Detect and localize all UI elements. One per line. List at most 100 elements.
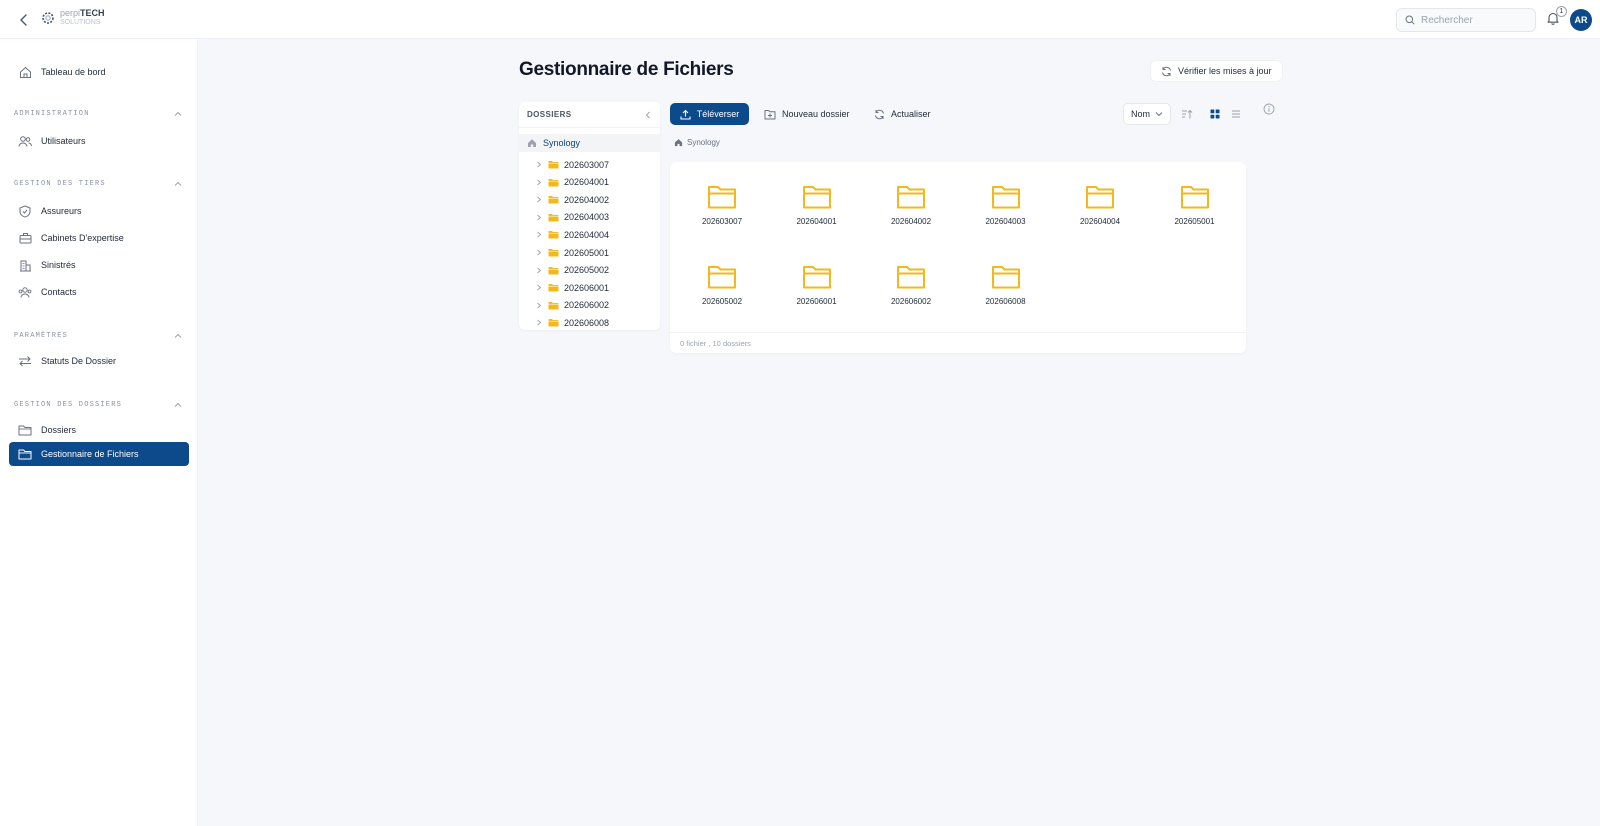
folder-icon: [548, 266, 559, 275]
folder-tile[interactable]: 202604001: [772, 174, 862, 244]
refresh-button[interactable]: Actualiser: [869, 103, 936, 125]
folder-tile[interactable]: 202603007: [677, 174, 767, 244]
sidebar-item-label: Utilisateurs: [41, 136, 86, 146]
swap-arrows-icon: [18, 354, 32, 368]
chevron-right-icon[interactable]: [535, 231, 543, 238]
sort-select[interactable]: Nom: [1123, 103, 1171, 125]
folder-icon: [802, 266, 831, 289]
new-folder-label: Nouveau dossier: [782, 109, 850, 119]
breadcrumb: Synology: [674, 138, 720, 147]
sidebar-item-dossiers[interactable]: Dossiers: [9, 418, 189, 442]
tree-folder-item[interactable]: 202605001: [519, 244, 660, 261]
folder-tile[interactable]: 202606008: [961, 254, 1051, 324]
logo-text: perpiTECH SOLUTIONS: [60, 8, 105, 27]
info-icon[interactable]: [1261, 101, 1277, 117]
grid-view-icon[interactable]: [1207, 106, 1223, 122]
folder-tile[interactable]: 202606002: [866, 254, 956, 324]
list-view-icon[interactable]: [1228, 106, 1244, 122]
chevron-right-icon[interactable]: [535, 267, 543, 274]
sidebar-item-dashboard[interactable]: Tableau de bord: [9, 60, 189, 84]
chevron-up-icon: [174, 402, 182, 407]
sidebar-item-assureurs[interactable]: Assureurs: [9, 199, 189, 223]
chevron-right-icon[interactable]: [535, 284, 543, 291]
sidebar-item-cabinets[interactable]: Cabinets D'expertise: [9, 226, 189, 250]
sidebar-item-label: Sinistrés: [41, 260, 76, 270]
breadcrumb-item[interactable]: Synology: [687, 138, 720, 147]
section-gestion-des-tiers[interactable]: GESTION DES TIERS: [14, 178, 182, 190]
folder-tile[interactable]: 202605002: [677, 254, 767, 324]
check-updates-label: Vérifier les mises à jour: [1178, 66, 1272, 76]
chevron-right-icon[interactable]: [535, 179, 543, 186]
brand-logo[interactable]: perpiTECH SOLUTIONS: [40, 9, 105, 27]
refresh-icon: [1162, 66, 1171, 76]
upload-icon: [680, 109, 691, 120]
folder-icon: [897, 266, 925, 289]
back-arrow-icon[interactable]: [14, 10, 34, 30]
sidebar-item-label: Tableau de bord: [41, 67, 106, 77]
folder-icon: [18, 423, 32, 437]
folder-icon: [1180, 186, 1209, 209]
sidebar-item-label: Assureurs: [41, 206, 82, 216]
sidebar-item-users[interactable]: Utilisateurs: [9, 129, 189, 153]
sidebar-item-label: Cabinets D'expertise: [41, 233, 124, 243]
page-title: Gestionnaire de Fichiers: [519, 59, 734, 80]
folder-tile-label: 202605001: [1174, 217, 1215, 226]
collapse-panel-icon[interactable]: [644, 111, 652, 119]
home-icon: [528, 139, 536, 147]
tree-folder-item[interactable]: 202606008: [519, 314, 660, 331]
section-administration[interactable]: ADMINISTRATION: [14, 108, 182, 120]
grid-footer-status: 0 fichier , 10 dossiers: [670, 332, 1246, 353]
chevron-right-icon[interactable]: [535, 161, 543, 168]
tree-root-label: Synology: [543, 138, 581, 148]
upload-button[interactable]: Téléverser: [670, 103, 749, 125]
chevron-right-icon[interactable]: [535, 214, 543, 221]
shield-icon: [18, 204, 32, 218]
home-icon: [18, 65, 32, 79]
chevron-right-icon[interactable]: [535, 319, 543, 326]
folder-tile[interactable]: 202604003: [961, 174, 1051, 244]
tree-folder-item[interactable]: 202604004: [519, 226, 660, 243]
tree-folder-item[interactable]: 202604001: [519, 174, 660, 191]
folder-icon: [802, 186, 831, 209]
folder-tile-label: 202606002: [890, 297, 932, 306]
sidebar-item-statuts[interactable]: Statuts De Dossier: [9, 349, 189, 373]
folder-tile[interactable]: 202606001: [772, 254, 862, 324]
folder-tile-label: 202604003: [985, 217, 1026, 226]
chevron-right-icon[interactable]: [535, 196, 543, 203]
section-title: GESTION DES TIERS: [14, 180, 106, 188]
tree-folder-item[interactable]: 202605002: [519, 262, 660, 279]
folder-open-icon: [18, 447, 32, 461]
sort-direction-icon[interactable]: [1179, 106, 1195, 122]
new-folder-button[interactable]: Nouveau dossier: [759, 103, 855, 125]
tree-folder-item[interactable]: 202604003: [519, 209, 660, 226]
search-input[interactable]: [1421, 14, 1531, 26]
tree-root-synology[interactable]: Synology: [519, 134, 660, 152]
notification-badge: 1: [1556, 6, 1567, 17]
chevron-right-icon[interactable]: [535, 302, 543, 309]
home-icon: [674, 139, 683, 147]
sidebar-item-label: Contacts: [41, 287, 77, 297]
user-avatar[interactable]: AR: [1570, 9, 1592, 31]
sidebar-item-contacts[interactable]: Contacts: [9, 280, 189, 304]
sidebar-item-file-manager[interactable]: Gestionnaire de Fichiers: [9, 442, 189, 466]
section-gestion-des-dossiers[interactable]: GESTION DES DOSSIERS: [14, 399, 182, 411]
sort-value: Nom: [1131, 109, 1151, 119]
refresh-label: Actualiser: [891, 109, 931, 119]
folder-tile[interactable]: 202604002: [866, 174, 956, 244]
chevron-right-icon[interactable]: [535, 249, 543, 256]
section-parametres[interactable]: PARAMÈTRES: [14, 330, 182, 342]
check-updates-button[interactable]: Vérifier les mises à jour: [1150, 60, 1283, 82]
folder-tile[interactable]: 202604004: [1055, 174, 1145, 244]
tree-folder-item[interactable]: 202606001: [519, 279, 660, 296]
tree-folder-item[interactable]: 202606002: [519, 297, 660, 314]
sidebar-item-sinistres[interactable]: Sinistrés: [9, 253, 189, 277]
folder-icon: [548, 178, 559, 187]
folder-icon: [548, 301, 559, 310]
sidebar: Tableau de bord ADMINISTRATION Utilisate…: [0, 39, 198, 826]
folder-tile[interactable]: 202605001: [1150, 174, 1240, 244]
tree-folder-label: 202604001: [564, 177, 610, 188]
sidebar-item-label: Dossiers: [41, 425, 77, 435]
tree-folder-item[interactable]: 202603007: [519, 156, 660, 173]
tree-folder-item[interactable]: 202604002: [519, 191, 660, 208]
folder-icon: [897, 186, 925, 209]
